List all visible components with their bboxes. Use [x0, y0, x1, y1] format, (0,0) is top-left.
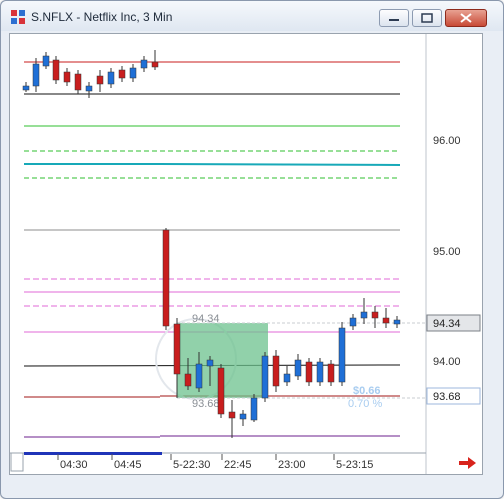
candle	[140, 59, 148, 69]
candle	[316, 361, 324, 383]
measure-upper-price: 94.34	[192, 313, 220, 325]
maximize-icon	[421, 13, 433, 23]
price-tick: 94.00	[433, 356, 461, 368]
candle	[42, 55, 50, 67]
title-bar[interactable]: S.NFLX - Netflix Inc, 3 Min	[1, 1, 503, 31]
measure-change-pct: 0.70 %	[348, 398, 382, 410]
last-price-value: 94.34	[433, 318, 461, 330]
chart-area[interactable]: 94.34 93.68 $0.66 0.70 % 96.00 95.00 94.…	[9, 33, 483, 475]
grid-icon	[11, 10, 25, 24]
candle	[338, 327, 346, 383]
candles-early	[22, 50, 159, 98]
time-tick: 22:45	[224, 459, 252, 471]
price-tick: 96.00	[433, 135, 461, 147]
window-title: S.NFLX - Netflix Inc, 3 Min	[31, 10, 173, 24]
candle	[261, 355, 269, 399]
time-tick: 04:30	[60, 459, 88, 471]
candle	[272, 355, 280, 387]
candle	[250, 397, 258, 421]
candle	[294, 359, 302, 377]
minimize-icon	[389, 19, 399, 21]
lower-price-value: 93.68	[433, 391, 461, 403]
time-axis-corner[interactable]	[10, 452, 24, 472]
candle	[151, 61, 159, 68]
candle	[162, 229, 170, 327]
candle	[327, 363, 335, 383]
close-button[interactable]	[445, 9, 487, 27]
candle	[283, 373, 291, 383]
candle	[228, 411, 236, 419]
chart-window: S.NFLX - Netflix Inc, 3 Min 94.34 93.68 …	[0, 0, 504, 499]
candle	[173, 323, 181, 375]
minimize-button[interactable]	[379, 9, 409, 27]
close-icon	[460, 13, 472, 23]
candle	[107, 71, 115, 85]
candle	[129, 67, 137, 79]
candle	[349, 317, 357, 327]
maximize-button[interactable]	[412, 9, 442, 27]
candle	[195, 363, 203, 389]
candle	[63, 71, 71, 83]
right-arrow-icon[interactable]	[458, 456, 478, 470]
measure-lower-price: 93.68	[192, 398, 220, 410]
candle	[217, 367, 225, 415]
candle	[382, 317, 390, 324]
vwap-line-right	[159, 163, 401, 166]
time-tick: 5-22:30	[173, 459, 210, 471]
candle	[184, 373, 192, 387]
candle	[96, 75, 104, 85]
candle	[32, 63, 40, 87]
time-tick: 04:45	[114, 459, 142, 471]
candle	[371, 311, 379, 319]
time-tick: 23:00	[278, 459, 306, 471]
measure-change: $0.66	[353, 385, 381, 397]
price-chart[interactable]: 94.34 93.68 $0.66 0.70 % 96.00 95.00 94.…	[10, 34, 482, 474]
candle	[52, 59, 60, 81]
candle	[239, 413, 247, 420]
time-scrollbar[interactable]	[24, 452, 162, 455]
candle	[22, 85, 30, 91]
candle	[85, 85, 93, 92]
candle	[393, 319, 401, 325]
candle	[360, 311, 368, 319]
candle	[206, 359, 214, 367]
price-tick: 95.00	[433, 246, 461, 258]
candle	[305, 361, 313, 383]
candle	[118, 69, 126, 79]
candle	[74, 73, 82, 91]
time-tick: 5-23:15	[336, 459, 373, 471]
